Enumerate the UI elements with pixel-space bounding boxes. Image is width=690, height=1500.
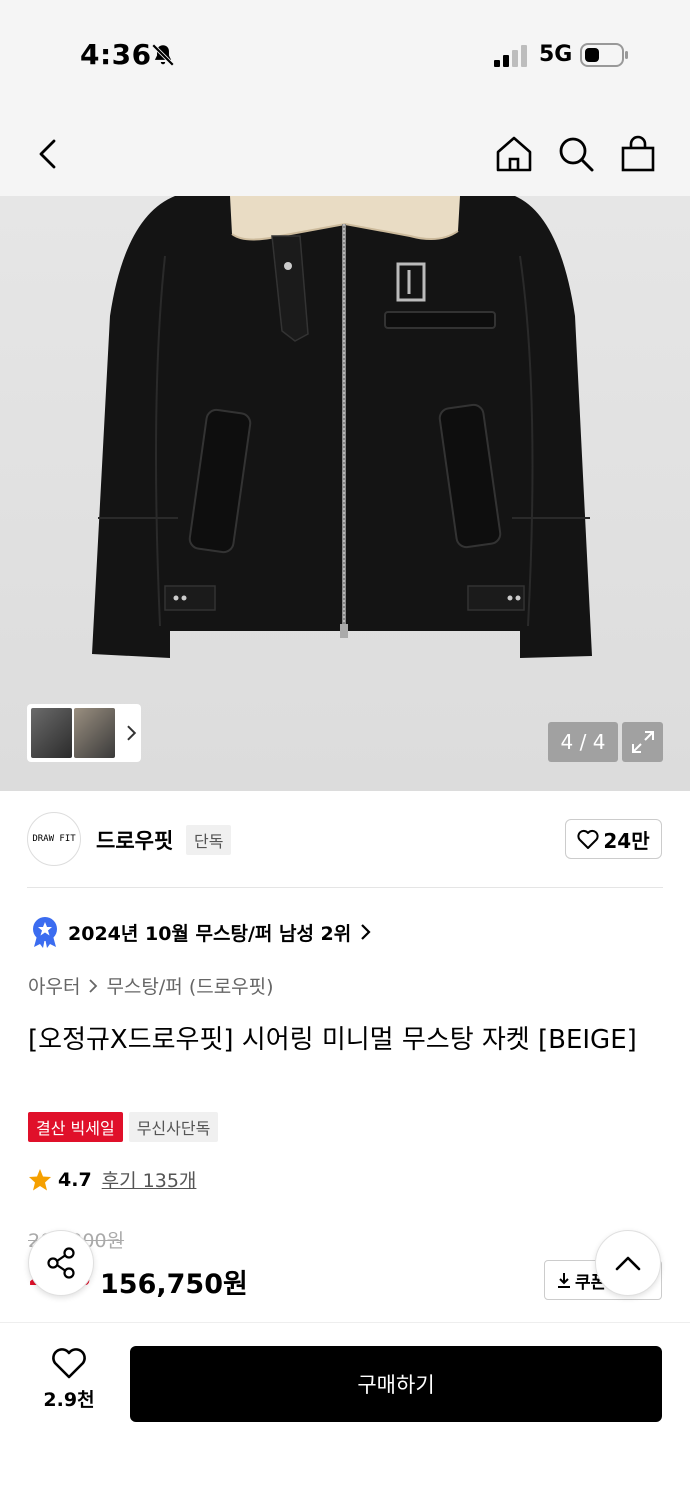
status-bar: 4:36 5G <box>0 0 690 112</box>
expand-icon <box>631 731 654 753</box>
chevron-right-icon <box>89 978 98 993</box>
signal-icon <box>494 45 527 67</box>
top-nav <box>0 112 690 196</box>
product-title: [오정규X드로우핏] 시어링 미니멀 무스탕 자켓 [BEIGE] <box>28 1025 637 1055</box>
scroll-top-button[interactable] <box>595 1230 661 1296</box>
share-icon <box>47 1247 75 1279</box>
exclusive-badge: 단독 <box>186 825 232 855</box>
category-link[interactable]: 아우터 <box>28 972 80 999</box>
share-button[interactable] <box>28 1230 94 1296</box>
search-button[interactable] <box>552 130 600 178</box>
home-icon <box>496 136 532 172</box>
status-time: 4:36 <box>80 38 152 71</box>
award-badge-icon <box>33 917 57 948</box>
bag-icon <box>621 135 655 172</box>
expand-button[interactable] <box>622 722 663 762</box>
product-tags: 결산 빅세일 무신사단독 <box>28 1112 219 1142</box>
product-image <box>92 196 592 658</box>
review-link[interactable]: 후기 135개 <box>102 1166 197 1193</box>
chevron-right-icon <box>127 725 137 741</box>
home-button[interactable] <box>490 130 538 178</box>
divider <box>27 887 663 888</box>
wishlist-button[interactable]: 2.9천 <box>34 1347 104 1412</box>
chevron-right-icon <box>361 924 371 940</box>
wishlist-count: 2.9천 <box>43 1389 95 1411</box>
rating-row: 4.7 후기 135개 <box>28 1166 196 1193</box>
sale-tag: 결산 빅세일 <box>28 1112 123 1142</box>
product-image-gallery[interactable]: 4 / 4 <box>0 196 690 791</box>
back-icon <box>39 139 56 169</box>
brand-like-button[interactable]: 24만 <box>565 819 662 859</box>
thumbnail-image[interactable] <box>31 708 73 758</box>
download-icon <box>558 1273 570 1288</box>
bottom-action-bar: 2.9천 구매하기 <box>0 1322 690 1500</box>
heart-icon <box>52 1348 86 1379</box>
cart-button[interactable] <box>614 130 662 178</box>
battery-icon <box>580 43 628 67</box>
ranking-link[interactable]: 2024년 10월 무스탕/퍼 남성 2위 <box>30 916 371 948</box>
brand-name[interactable]: 드로우핏 <box>96 825 173 855</box>
rating-value: 4.7 <box>58 1168 92 1191</box>
back-button[interactable] <box>24 130 72 178</box>
sale-price: 156,750원 <box>100 1269 248 1300</box>
star-icon <box>29 1168 51 1190</box>
search-icon <box>559 137 594 172</box>
image-counter: 4 / 4 <box>548 722 618 762</box>
chevron-up-icon <box>615 1256 641 1271</box>
buy-button[interactable]: 구매하기 <box>130 1346 662 1422</box>
subcategory-link[interactable]: 무스탕/퍼 (드로우핏) <box>106 972 273 999</box>
brand-like-count: 24만 <box>603 828 650 853</box>
ranking-text: 2024년 10월 무스탕/퍼 남성 2위 <box>68 922 352 945</box>
heart-icon <box>577 829 599 849</box>
thumbnail-image[interactable] <box>74 708 116 758</box>
exclusive-tag: 무신사단독 <box>128 1112 219 1142</box>
network-label: 5G <box>539 42 573 67</box>
thumbnail-strip[interactable] <box>27 704 141 762</box>
bell-off-icon <box>151 43 175 67</box>
brand-logo[interactable]: DRAW FIT <box>27 812 81 866</box>
breadcrumb: 아우터 무스탕/퍼 (드로우핏) <box>28 972 274 999</box>
